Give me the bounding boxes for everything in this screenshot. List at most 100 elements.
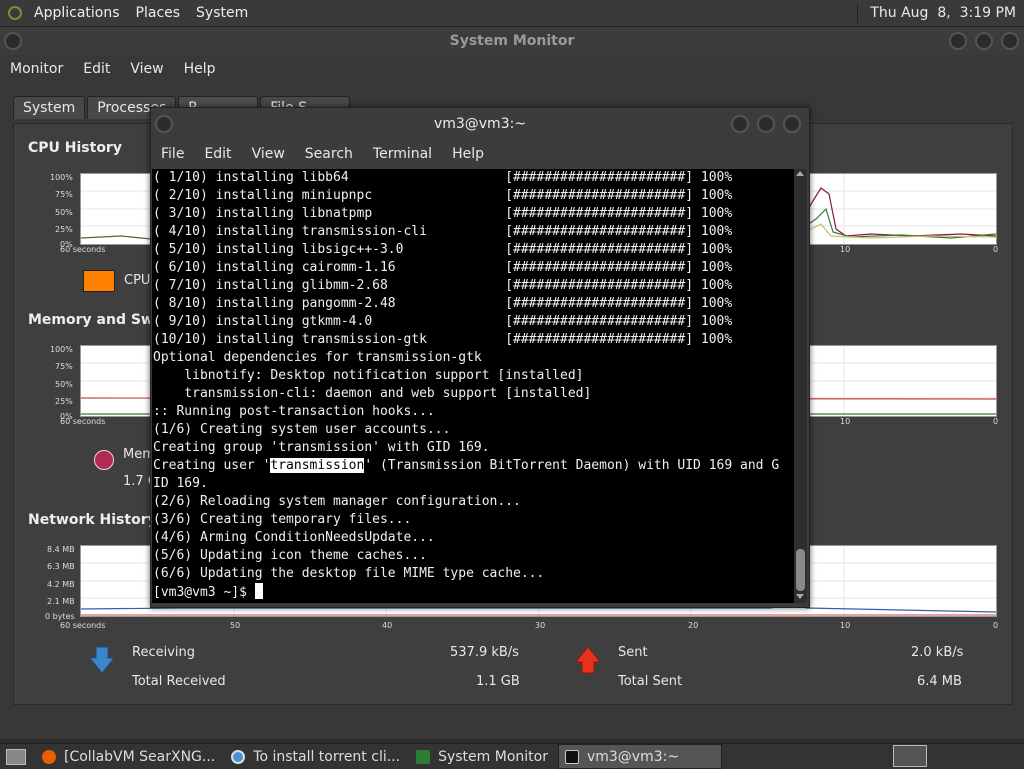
term-menu-terminal[interactable]: Terminal	[363, 146, 442, 162]
terminal-output[interactable]: ( 1/10) installing libb64 [#############…	[152, 169, 794, 603]
net-xtick: 30	[535, 621, 546, 630]
mem-ytick: 50%	[55, 380, 73, 389]
terminal-line: ( 4/10) installing transmission-cli [###…	[153, 224, 733, 239]
terminal-line: (3/6) Creating temporary files...	[153, 512, 412, 527]
net-ytick: 6.3 MB	[47, 562, 75, 571]
terminal-line: ( 7/10) installing glibmm-2.68 [########…	[153, 278, 733, 293]
clock[interactable]: Thu Aug 8, 3:19 PM	[870, 5, 1022, 21]
terminal-line: Creating group 'transmission' with GID 1…	[153, 440, 490, 455]
task-label: To install torrent cli...	[253, 748, 401, 765]
terminal-title: vm3@vm3:~	[433, 116, 527, 132]
cpu-ytick: 50%	[55, 208, 73, 217]
mem-xtick: 10	[840, 417, 851, 426]
workspace-switcher[interactable]	[893, 745, 927, 767]
places-menu[interactable]: Places	[128, 5, 189, 21]
memory-pie-icon[interactable]	[94, 450, 114, 470]
term-menu-help[interactable]: Help	[442, 146, 494, 162]
terminal-line: ID 169.	[153, 476, 208, 491]
network-history-title: Network History	[28, 512, 157, 528]
scrollbar-up-icon[interactable]	[796, 171, 804, 176]
terminal-line: (5/6) Updating icon theme caches...	[153, 548, 427, 563]
terminal-line: transmission-cli: daemon and web support…	[153, 386, 592, 401]
taskbar: [CollabVM SearXNG... To install torrent …	[0, 743, 1024, 769]
scrollbar-thumb[interactable]	[796, 549, 805, 591]
sysmon-title: System Monitor	[449, 33, 575, 49]
mem-xtick: 0	[993, 417, 999, 426]
menu-monitor[interactable]: Monitor	[0, 61, 73, 77]
show-desktop-icon[interactable]	[6, 748, 26, 765]
terminal-maximize-button[interactable]	[757, 115, 775, 133]
terminal-titlebar[interactable]: vm3@vm3:~	[151, 108, 809, 140]
firefox-icon	[42, 749, 56, 764]
minimize-button[interactable]	[949, 32, 967, 50]
receiving-arrow-icon[interactable]	[89, 646, 115, 674]
terminal-prompt: [vm3@vm3 ~]$	[153, 585, 255, 600]
task-browser-torrent[interactable]: To install torrent cli...	[225, 745, 406, 768]
sent-value: 2.0 kB/s	[911, 645, 964, 660]
cpu-ytick: 25%	[55, 225, 73, 234]
sysmon-titlebar[interactable]: System Monitor	[0, 27, 1024, 55]
clock-area: Thu Aug 8, 3:19 PM	[857, 0, 1022, 26]
net-xtick: 50	[230, 621, 241, 630]
net-xtick: 10	[840, 621, 851, 630]
menu-view[interactable]: View	[120, 61, 173, 77]
task-system-monitor[interactable]: System Monitor	[410, 745, 554, 768]
terminal-scrollbar[interactable]	[794, 169, 807, 603]
app-menu-icon[interactable]	[8, 6, 22, 20]
sent-label: Sent	[618, 645, 648, 660]
cpu-xtick: 60 seconds	[60, 245, 106, 254]
scrollbar-down-icon[interactable]	[796, 594, 804, 599]
terminal-line: ( 8/10) installing pangomm-2.48 [#######…	[153, 296, 733, 311]
sysmon-menubar: Monitor Edit View Help	[0, 55, 1024, 83]
net-xtick: 20	[688, 621, 699, 630]
system-menu[interactable]: System	[188, 5, 256, 21]
cpu-history-title: CPU History	[28, 140, 122, 156]
term-menu-edit[interactable]: Edit	[194, 146, 241, 162]
total-sent-value: 6.4 MB	[917, 674, 962, 689]
terminal-line: Optional dependencies for transmission-g…	[153, 350, 482, 365]
terminal-menubar: File Edit View Search Terminal Help	[151, 140, 809, 168]
terminal-line: :: Running post-transaction hooks...	[153, 404, 435, 419]
terminal-window: vm3@vm3:~ File Edit View Search Terminal…	[150, 107, 810, 608]
task-label: vm3@vm3:~	[586, 748, 680, 765]
terminal-line: Creating user 'transmission' (Transmissi…	[152, 457, 794, 475]
maximize-button[interactable]	[975, 32, 993, 50]
cpu-ytick: 100%	[50, 173, 73, 182]
cpu-ytick: 75%	[55, 190, 73, 199]
close-button[interactable]	[1001, 32, 1019, 50]
selected-text[interactable]: transmission	[270, 458, 365, 473]
cpu-xtick: 0	[993, 245, 999, 254]
term-menu-search[interactable]: Search	[295, 146, 363, 162]
net-ytick: 4.2 MB	[47, 580, 75, 589]
task-terminal[interactable]: vm3@vm3:~	[557, 744, 722, 769]
net-xtick: 60 seconds	[60, 621, 106, 630]
terminal-line: ( 2/10) installing miniupnpc [##########…	[153, 188, 733, 203]
net-ytick: 0 bytes	[45, 612, 75, 621]
terminal-minimize-button[interactable]	[731, 115, 749, 133]
net-xtick: 0	[993, 621, 999, 630]
sent-arrow-icon[interactable]	[575, 646, 601, 674]
system-monitor-icon	[416, 749, 431, 764]
net-xtick: 40	[382, 621, 393, 630]
cpu-color-swatch[interactable]	[83, 270, 115, 292]
terminal-icon	[564, 749, 579, 764]
task-browser-searxng[interactable]: [CollabVM SearXNG...	[36, 745, 221, 768]
menu-edit[interactable]: Edit	[73, 61, 120, 77]
terminal-menu-button[interactable]	[155, 115, 173, 133]
tab-system[interactable]: System	[13, 96, 86, 119]
terminal-prompt-line[interactable]: [vm3@vm3 ~]$	[152, 583, 794, 601]
term-menu-view[interactable]: View	[242, 146, 295, 162]
total-sent-label: Total Sent	[618, 674, 683, 689]
net-ytick: 2.1 MB	[47, 597, 75, 606]
sysmon-menu-button[interactable]	[4, 32, 22, 50]
terminal-line: (2/6) Reloading system manager configura…	[153, 494, 521, 509]
applications-menu[interactable]: Applications	[26, 5, 128, 21]
term-menu-file[interactable]: File	[151, 146, 194, 162]
task-label: [CollabVM SearXNG...	[64, 748, 216, 765]
menu-help[interactable]: Help	[174, 61, 226, 77]
mem-ytick: 100%	[50, 345, 73, 354]
terminal-close-button[interactable]	[783, 115, 801, 133]
terminal-line: ( 5/10) installing libsigc++-3.0 [######…	[153, 242, 733, 257]
terminal-line: libnotify: Desktop notification support …	[153, 368, 584, 383]
total-received-value: 1.1 GB	[476, 674, 520, 689]
